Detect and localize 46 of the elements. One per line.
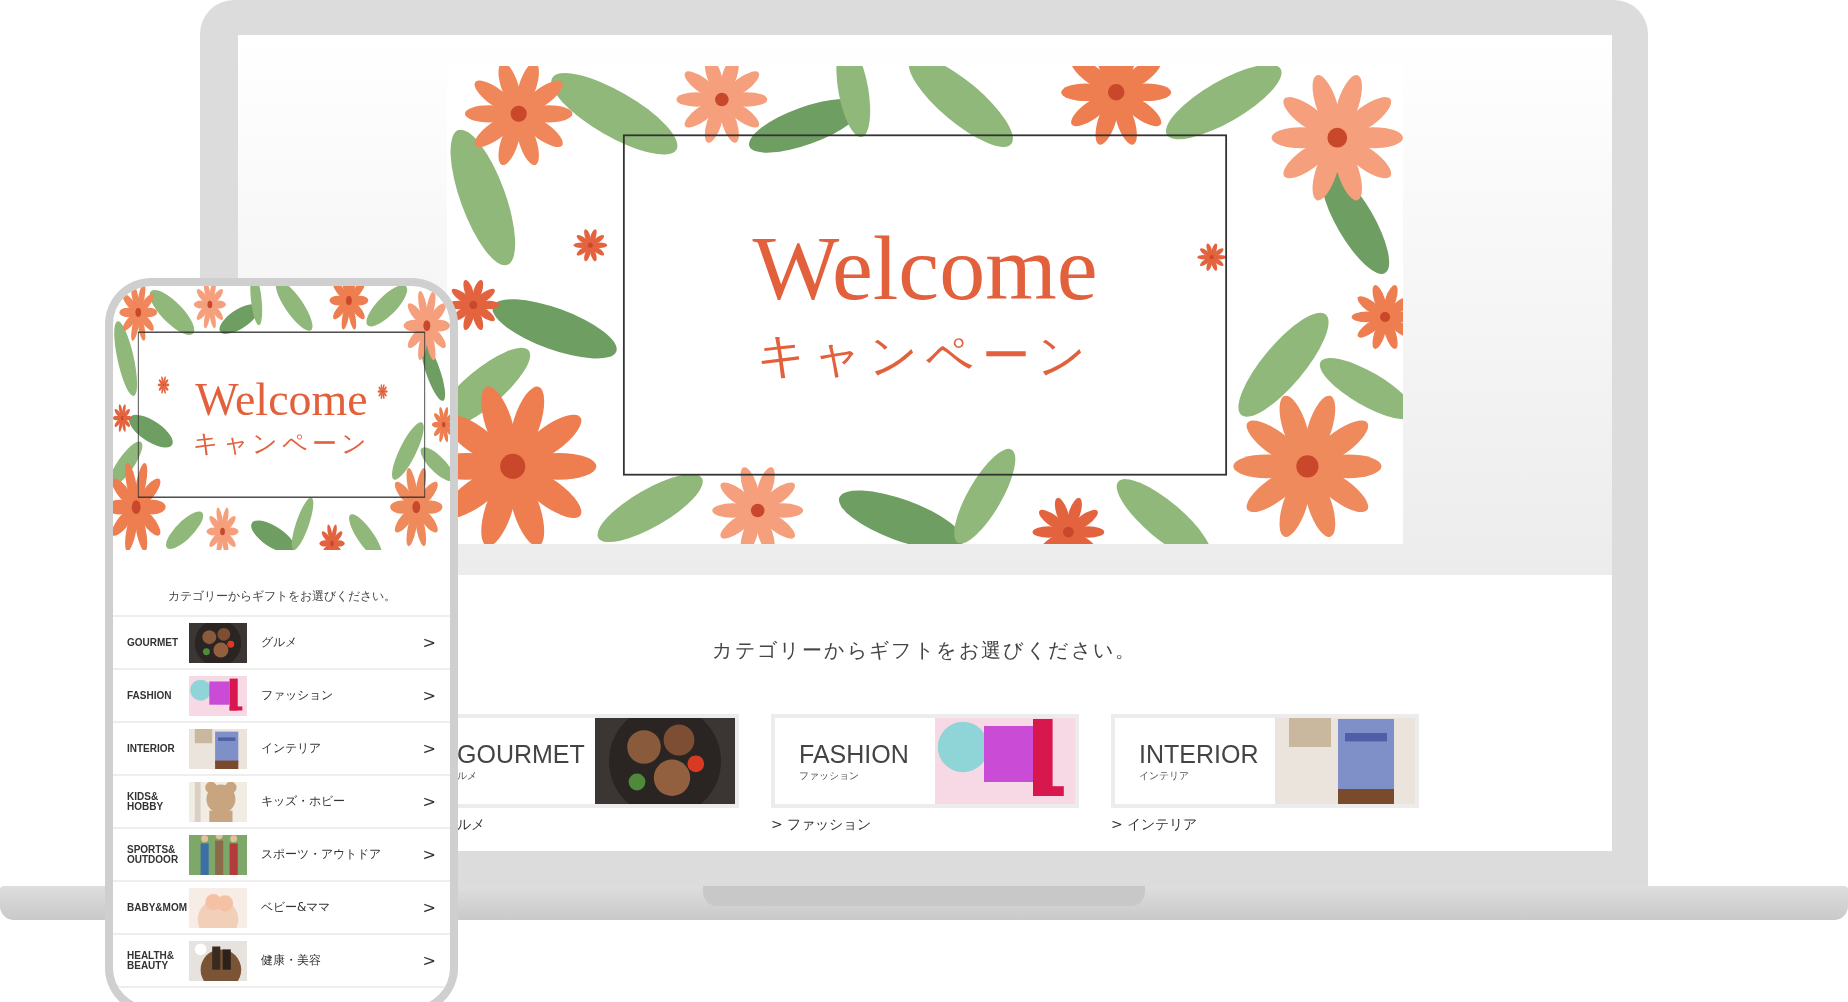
chevron-icon: > — [422, 898, 436, 917]
category-label: HEALTH& BEAUTY — [127, 950, 176, 971]
chevron-icon: > — [422, 633, 436, 652]
category-prompt: カテゴリーからギフトをお選びください。 — [712, 637, 1138, 664]
category-row[interactable]: SPORTS& OUTDOOR スポーツ・アウトドア > — [113, 829, 450, 882]
chevron-icon: > — [422, 951, 436, 970]
category-row[interactable]: KIDS& HOBBY キッズ・ホビー > — [113, 776, 450, 829]
category-name: キッズ・ホビー — [261, 793, 346, 810]
banner-subtitle: キャンペーン — [756, 326, 1094, 385]
category-link[interactable]: ルメ — [457, 816, 739, 834]
category-name: インテリア — [261, 740, 322, 757]
category-name: 健康・美容 — [261, 952, 322, 969]
category-row[interactable]: BABY&MOM ベビー&ママ > — [113, 882, 450, 935]
chevron-icon: > — [422, 686, 436, 705]
category-row[interactable]: FASHION ファッション > — [113, 670, 450, 723]
category-label: KIDS& HOBBY — [127, 791, 165, 812]
category-name: スポーツ・アウトドア — [261, 846, 382, 863]
tile-sublabel: インテリア — [1139, 768, 1190, 783]
category-row[interactable]: INTERIOR インテリア > — [113, 723, 450, 776]
chevron-icon: > — [422, 739, 436, 758]
category-tile[interactable]: INTERIOR インテリア — [1111, 714, 1419, 808]
category-label: SPORTS& OUTDOOR — [127, 844, 180, 865]
category-name: ファッション — [261, 687, 334, 704]
tile-sublabel: ルメ — [457, 768, 478, 783]
category-prompt: カテゴリーからギフトをお選びください。 — [113, 550, 450, 617]
category-tile[interactable]: FASHION ファッション — [771, 714, 1079, 808]
category-row[interactable]: HEALTH& BEAUTY 健康・美容 > — [113, 935, 450, 988]
category-label: GOURMET — [127, 637, 180, 648]
banner-title: Welcome — [752, 222, 1098, 314]
tile-label: INTERIOR — [1139, 739, 1259, 769]
tile-label: FASHION — [799, 739, 909, 769]
category-name: グルメ — [261, 634, 298, 651]
category-label: BABY&MOM — [127, 902, 188, 913]
category-name: ベビー&ママ — [261, 899, 332, 916]
category-label: FASHION — [127, 690, 173, 701]
category-row[interactable]: GOURMET グルメ > — [113, 617, 450, 670]
chevron-icon: > — [422, 845, 436, 864]
category-link[interactable]: > ファッション — [771, 816, 1079, 834]
tile-sublabel: ファッション — [799, 768, 860, 783]
banner-title: Welcome — [195, 376, 368, 423]
category-link[interactable]: > インテリア — [1111, 816, 1419, 834]
category-tile[interactable]: GOURMET ルメ — [457, 714, 739, 808]
tile-label: GOURMET — [457, 739, 585, 769]
category-label: INTERIOR — [127, 743, 176, 754]
chevron-icon: > — [422, 792, 436, 811]
banner-subtitle: キャンペーン — [192, 427, 371, 460]
